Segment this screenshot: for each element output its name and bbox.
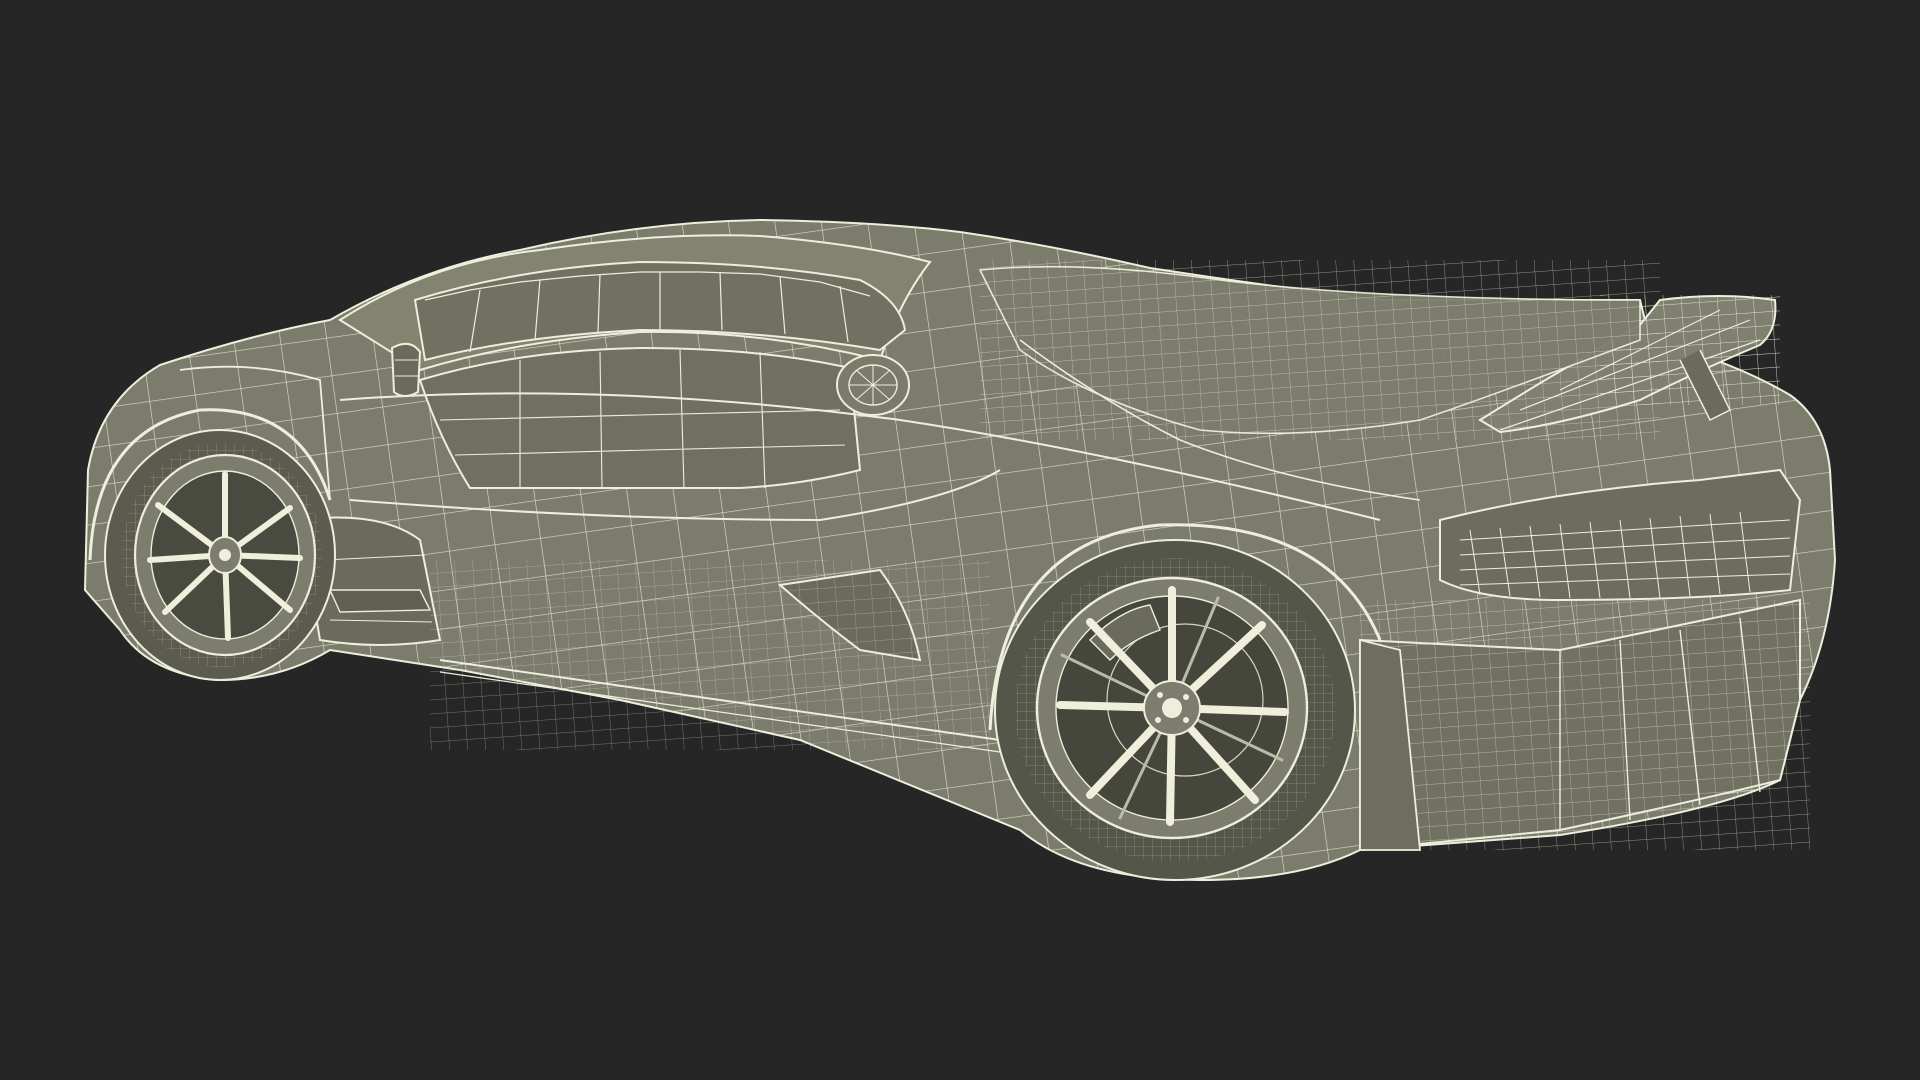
rear-wheel (994, 539, 1356, 881)
engine-deck (978, 260, 1660, 440)
front-wheel (104, 429, 336, 681)
circular-vent (836, 354, 910, 416)
car-wireframe-render (83, 218, 1837, 882)
rear-diffuser (1359, 598, 1810, 852)
side-mirror (390, 342, 422, 397)
render-viewport (0, 0, 1920, 1080)
